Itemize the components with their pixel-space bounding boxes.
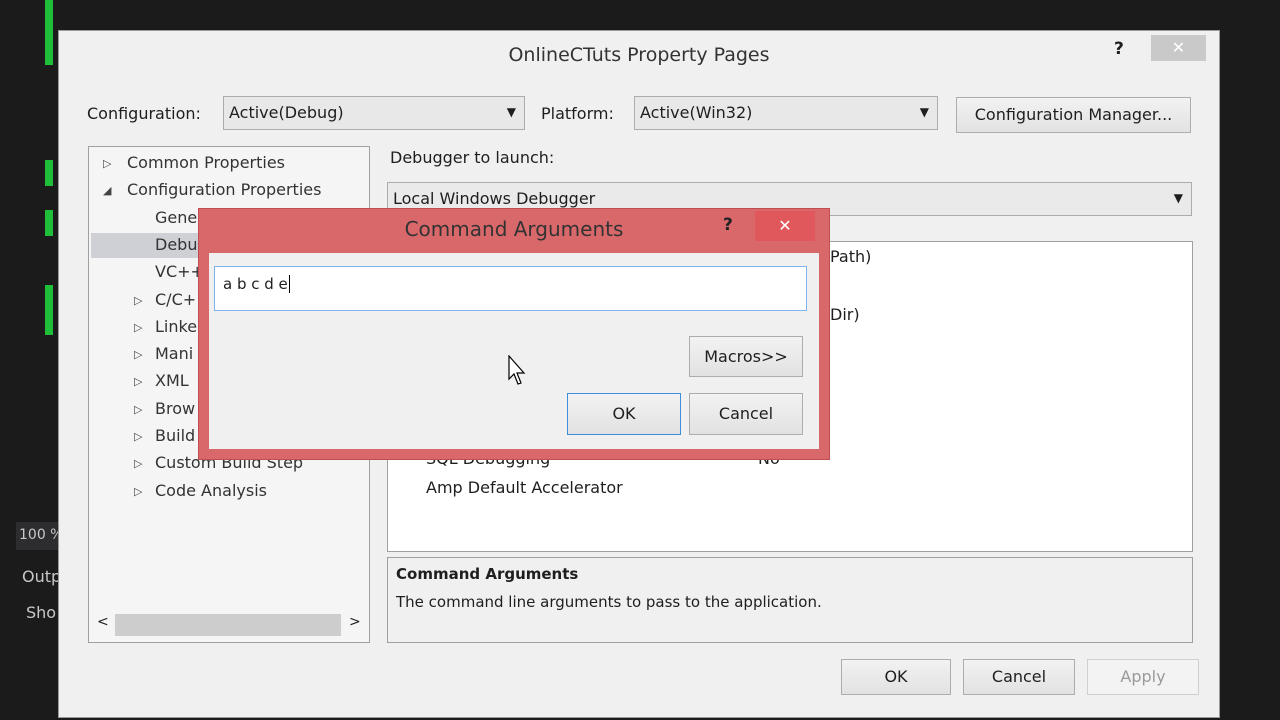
configuration-value: Active(Debug) [229,103,344,122]
description-title: Command Arguments [396,565,579,583]
mouse-cursor-icon [508,355,526,385]
close-button[interactable]: ✕ [1151,35,1206,61]
tree-item[interactable]: Brow [155,399,195,418]
command-arguments-dialog: Command Arguments ? ✕ a b c d e Macros>>… [198,208,830,460]
dialog-title: OnlineCTuts Property Pages [508,44,770,66]
tree-item[interactable]: Configuration Properties [127,180,321,199]
apply-button[interactable]: Apply [1087,659,1199,695]
expand-arrow-icon[interactable]: ▷ [134,375,142,388]
cancel-button[interactable]: Cancel [963,659,1075,695]
cmd-dialog-body: a b c d e Macros>> OK Cancel [209,253,819,449]
expand-arrow-icon[interactable]: ▷ [134,348,142,361]
macros-button[interactable]: Macros>> [689,336,803,377]
expand-arrow-icon[interactable]: ▷ [134,294,142,307]
platform-select[interactable]: Active(Win32) ▼ [634,96,938,130]
configuration-manager-button[interactable]: Configuration Manager... [956,97,1191,133]
tree-item[interactable]: XML [155,371,189,390]
tree-item[interactable]: Linke [155,317,197,336]
tree-item[interactable]: Code Analysis [155,481,267,500]
collapse-arrow-icon[interactable]: ◢ [103,184,111,197]
expand-arrow-icon[interactable]: ▷ [103,157,111,170]
description-panel: Command Arguments The command line argum… [387,557,1193,643]
chevron-down-icon: ▼ [919,105,929,119]
input-value: a b c d e [223,275,288,293]
editor-marker [45,285,53,335]
output-label: Outp [22,567,62,586]
editor-marker [45,160,53,186]
configuration-select[interactable]: Active(Debug) ▼ [223,96,525,130]
scroll-right-icon[interactable]: > [349,614,361,630]
debugger-label: Debugger to launch: [390,148,555,167]
editor-marker [45,210,53,236]
description-text: The command line arguments to pass to th… [396,593,822,611]
tree-item[interactable]: VC++ [155,262,204,281]
grid-value[interactable]: Path) [830,247,871,266]
chevron-down-icon: ▼ [506,105,516,119]
cmd-cancel-button[interactable]: Cancel [689,393,803,435]
expand-arrow-icon[interactable]: ▷ [134,485,142,498]
platform-value: Active(Win32) [640,103,753,122]
expand-arrow-icon[interactable]: ▷ [134,430,142,443]
command-arguments-input[interactable]: a b c d e [214,266,807,311]
configuration-label: Configuration: [87,104,201,123]
grid-value[interactable]: Dir) [830,305,860,324]
grid-name[interactable]: Amp Default Accelerator [426,478,623,497]
help-button[interactable]: ? [1114,39,1124,59]
cmd-ok-button[interactable]: OK [567,393,681,435]
tree-item[interactable]: C/C+ [155,290,196,309]
tree-item[interactable]: Mani [155,344,193,363]
tree-item[interactable]: Build [155,426,195,445]
expand-arrow-icon[interactable]: ▷ [134,321,142,334]
cmd-help-button[interactable]: ? [723,215,733,235]
tree-item[interactable]: Gene [155,208,197,227]
editor-marker [45,0,53,65]
expand-arrow-icon[interactable]: ▷ [134,403,142,416]
show-label: Sho [26,603,57,622]
ok-button[interactable]: OK [841,659,951,695]
tree-scrollbar-thumb[interactable] [115,614,341,636]
cmd-close-button[interactable]: ✕ [755,211,815,241]
expand-arrow-icon[interactable]: ▷ [134,457,142,470]
tree-item[interactable]: Common Properties [127,153,285,172]
cmd-dialog-title: Command Arguments [404,217,624,241]
text-cursor [288,275,295,293]
tree-item[interactable]: Debu [155,235,197,254]
chevron-down-icon: ▼ [1173,191,1183,205]
scroll-left-icon[interactable]: < [97,614,109,630]
zoom-level[interactable]: 100 % [19,527,63,543]
debugger-value: Local Windows Debugger [393,189,596,208]
platform-label: Platform: [541,104,614,123]
